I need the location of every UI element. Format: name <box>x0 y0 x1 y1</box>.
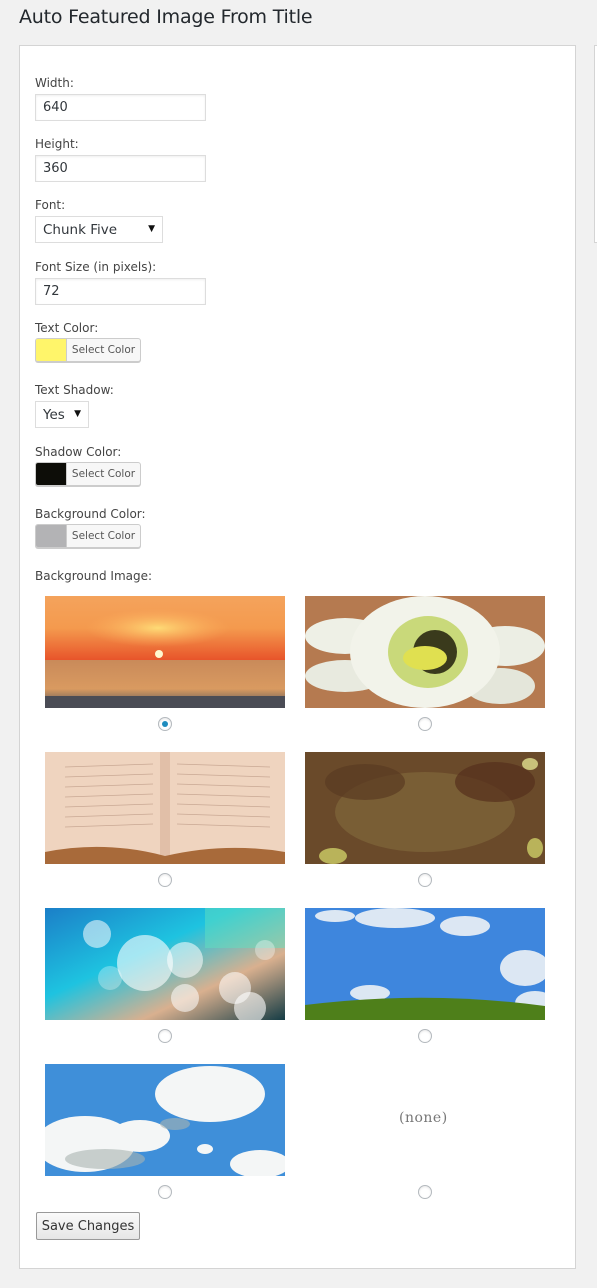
text-color-picker[interactable]: Select Color <box>35 338 141 362</box>
text-color-label: Text Color: <box>35 321 99 335</box>
bg-radio-book[interactable] <box>158 873 172 887</box>
bg-option-grunge[interactable] <box>305 752 545 887</box>
shadow-color-swatch <box>36 463 67 485</box>
dropdown-arrow-icon: ▼ <box>74 409 81 419</box>
font-select-value: Chunk Five <box>43 221 118 238</box>
bg-option-green-hill[interactable] <box>305 908 545 1043</box>
bg-option-clouds[interactable] <box>45 1064 285 1199</box>
background-color-swatch <box>36 525 67 547</box>
sunset-thumbnail[interactable] <box>45 596 285 708</box>
bg-option-book[interactable] <box>45 752 285 887</box>
bg-option-flower[interactable] <box>305 596 545 731</box>
flower-thumbnail[interactable] <box>305 596 545 708</box>
bg-radio-grunge[interactable] <box>418 873 432 887</box>
bg-option-bokeh[interactable] <box>45 908 285 1043</box>
page-title: Auto Featured Image From Title <box>19 6 313 28</box>
select-color-label: Select Color <box>71 530 136 542</box>
bg-radio-clouds[interactable] <box>158 1185 172 1199</box>
background-color-picker[interactable]: Select Color <box>35 524 141 548</box>
none-label: (none) <box>399 1110 448 1126</box>
select-color-label: Select Color <box>71 344 136 356</box>
bg-option-none[interactable]: (none) <box>305 1064 545 1199</box>
dropdown-arrow-icon: ▼ <box>148 224 155 234</box>
save-changes-button[interactable]: Save Changes <box>36 1212 140 1240</box>
settings-panel: Width: Height: Font: Chunk Five ▼ Font S… <box>19 45 576 1269</box>
text-shadow-select[interactable]: Yes ▼ <box>35 401 89 428</box>
text-color-swatch <box>36 339 67 361</box>
grunge-thumbnail[interactable] <box>305 752 545 864</box>
select-color-label: Select Color <box>71 468 136 480</box>
bg-radio-none[interactable] <box>418 1185 432 1199</box>
bg-radio-bokeh[interactable] <box>158 1029 172 1043</box>
shadow-color-label: Shadow Color: <box>35 445 122 459</box>
bg-radio-green-hill[interactable] <box>418 1029 432 1043</box>
font-label: Font: <box>35 198 66 212</box>
bg-radio-flower[interactable] <box>418 717 432 731</box>
height-label: Height: <box>35 137 79 151</box>
font-size-input[interactable] <box>35 278 206 305</box>
font-select[interactable]: Chunk Five ▼ <box>35 216 163 243</box>
height-input[interactable] <box>35 155 206 182</box>
bg-radio-sunset[interactable] <box>158 717 172 731</box>
text-shadow-select-value: Yes <box>43 406 65 423</box>
green-hill-thumbnail[interactable] <box>305 908 545 1020</box>
clouds-thumbnail[interactable] <box>45 1064 285 1176</box>
font-size-label: Font Size (in pixels): <box>35 260 157 274</box>
bokeh-thumbnail[interactable] <box>45 908 285 1020</box>
background-color-label: Background Color: <box>35 507 146 521</box>
width-input[interactable] <box>35 94 206 121</box>
background-image-label: Background Image: <box>35 569 153 583</box>
book-thumbnail[interactable] <box>45 752 285 864</box>
text-shadow-label: Text Shadow: <box>35 383 114 397</box>
shadow-color-picker[interactable]: Select Color <box>35 462 141 486</box>
bg-option-sunset[interactable] <box>45 596 285 731</box>
width-label: Width: <box>35 76 74 90</box>
